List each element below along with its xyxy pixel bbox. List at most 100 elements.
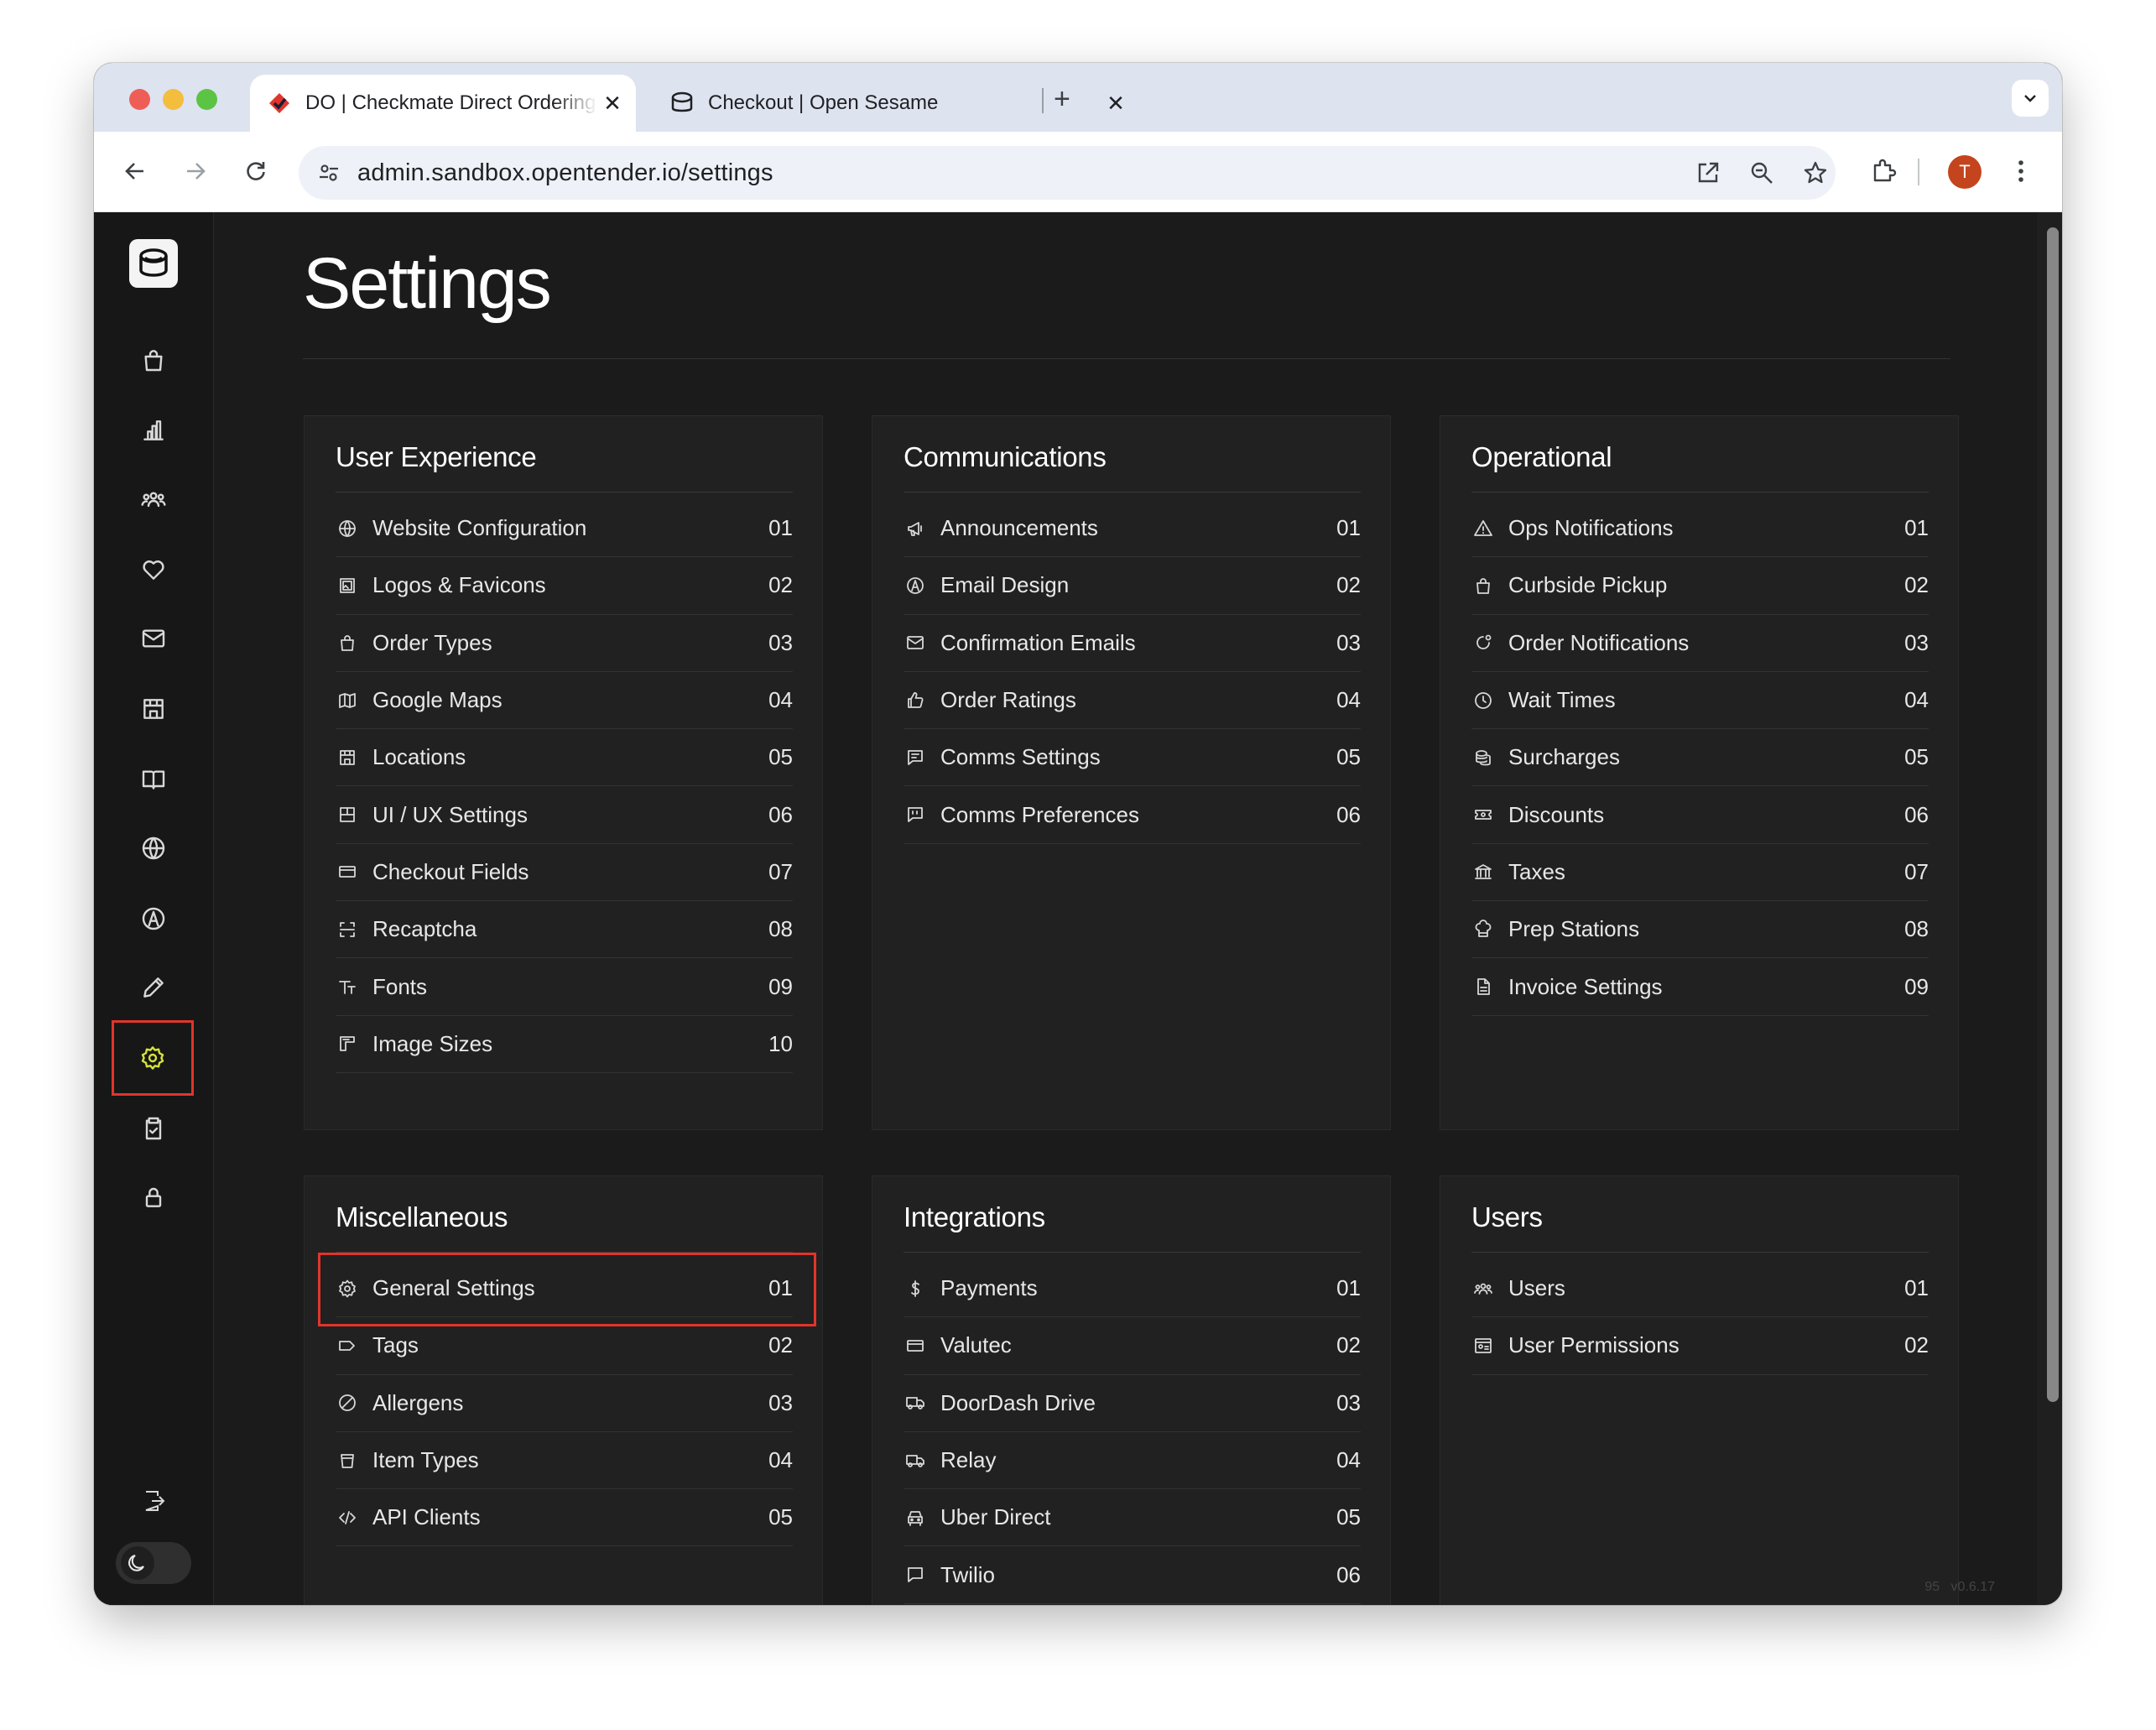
settings-item-number: 04 [768, 1447, 793, 1473]
sidebar-item-clipboard[interactable] [133, 1108, 174, 1149]
settings-item-ui-ux-settings[interactable]: UI / UX Settings 06 [336, 786, 793, 844]
settings-item-prep-stations[interactable]: Prep Stations 08 [1471, 901, 1929, 959]
forward-button[interactable] [176, 152, 215, 190]
browser-menu-button[interactable] [2002, 152, 2040, 190]
card-divider [1471, 1252, 1929, 1253]
minimize-window-button[interactable] [163, 89, 184, 110]
sidebar-item-lock[interactable] [133, 1177, 174, 1217]
settings-item-label: Order Types [372, 629, 492, 655]
sidebar-item-globe[interactable] [133, 828, 174, 868]
puzzle-icon [1873, 159, 1897, 182]
settings-item-relay[interactable]: Relay 04 [904, 1432, 1361, 1490]
settings-item-user-permissions[interactable]: User Permissions 02 [1471, 1317, 1929, 1375]
settings-item-comms-preferences[interactable]: Comms Preferences 06 [904, 786, 1361, 844]
settings-list: Ops Notifications 01 Curbside Pickup 02 … [1471, 500, 1929, 1016]
sidebar-item-book[interactable] [133, 759, 174, 800]
code-icon [336, 1506, 359, 1529]
reload-icon [247, 162, 265, 180]
app-logo[interactable] [129, 239, 178, 288]
settings-item-valutec[interactable]: Valutec 02 [904, 1317, 1361, 1375]
reload-button[interactable] [237, 152, 275, 190]
zoom-icon[interactable] [1743, 154, 1780, 191]
clipboard-icon [140, 1115, 167, 1142]
new-tab-button[interactable]: + [1054, 83, 1070, 116]
settings-item-fonts[interactable]: Fonts 09 [336, 958, 793, 1016]
browser-window: DO | Checkmate Direct Ordering ✕ Checkou… [94, 63, 2062, 1605]
toolbar-divider [1918, 159, 1919, 185]
settings-item-website-configuration[interactable]: Website Configuration 01 [336, 500, 793, 558]
tab-checkmate[interactable]: DO | Checkmate Direct Ordering ✕ [250, 75, 636, 132]
settings-item-doordash-drive[interactable]: DoorDash Drive 03 [904, 1375, 1361, 1432]
sidebar-item-gear[interactable] [112, 1020, 194, 1096]
settings-item-users[interactable]: Users 01 [1471, 1260, 1929, 1318]
settings-item-checkout-fields[interactable]: Checkout Fields 07 [336, 844, 793, 902]
close-window-button[interactable] [129, 89, 150, 110]
credit-card-icon [336, 860, 359, 883]
settings-item-google-maps[interactable]: Google Maps 04 [336, 672, 793, 730]
settings-item-image-sizes[interactable]: Image Sizes 10 [336, 1016, 793, 1073]
settings-item-order-types[interactable]: Order Types 03 [336, 615, 793, 672]
scrollbar-track[interactable] [2037, 212, 2062, 1605]
open-in-app-icon[interactable] [1690, 154, 1726, 191]
sidebar-item-users[interactable] [133, 479, 174, 519]
sidebar-item-design[interactable] [133, 899, 174, 939]
settings-item-curbside-pickup[interactable]: Curbside Pickup 02 [1471, 557, 1929, 615]
sidebar-item-bar-chart[interactable] [133, 410, 174, 451]
settings-item-number: 02 [768, 1332, 793, 1358]
settings-item-wait-times[interactable]: Wait Times 04 [1471, 672, 1929, 730]
settings-item-comms-settings[interactable]: Comms Settings 05 [904, 729, 1361, 787]
settings-item-invoice-settings[interactable]: Invoice Settings 09 [1471, 958, 1929, 1016]
settings-item-announcements[interactable]: Announcements 01 [904, 500, 1361, 558]
settings-item-discounts[interactable]: Discounts 06 [1471, 786, 1929, 844]
settings-item-twilio[interactable]: Twilio 06 [904, 1546, 1361, 1604]
settings-item-label: Uber Direct [940, 1504, 1051, 1530]
settings-item-surcharges[interactable]: Surcharges 05 [1471, 729, 1929, 787]
settings-item-label: Image Sizes [372, 1030, 493, 1056]
settings-list: Payments 01 Valutec 02 DoorDash Drive 03… [904, 1260, 1361, 1604]
settings-item-label: Announcements [940, 515, 1098, 541]
settings-item-email-design[interactable]: Email Design 02 [904, 557, 1361, 615]
settings-item-api-clients[interactable]: API Clients 05 [336, 1489, 793, 1547]
settings-item-tags[interactable]: Tags 02 [336, 1317, 793, 1375]
bookmark-star-icon[interactable] [1797, 154, 1834, 191]
settings-item-uber-direct[interactable]: Uber Direct 05 [904, 1489, 1361, 1547]
sidebar-item-pencil[interactable] [133, 967, 174, 1008]
tab-close-icon[interactable]: ✕ [597, 91, 628, 117]
settings-item-locations[interactable]: Locations 05 [336, 729, 793, 787]
sidebar-item-shopping-bag[interactable] [133, 340, 174, 380]
extensions-button[interactable] [1864, 152, 1903, 190]
back-button[interactable] [116, 152, 154, 190]
maximize-window-button[interactable] [196, 89, 217, 110]
settings-item-recaptcha[interactable]: Recaptcha 08 [336, 901, 793, 959]
logout-icon[interactable] [133, 1481, 174, 1521]
profile-avatar[interactable]: T [1948, 155, 1982, 189]
settings-item-taxes[interactable]: Taxes 07 [1471, 844, 1929, 902]
settings-item-confirmation-emails[interactable]: Confirmation Emails 03 [904, 615, 1361, 672]
settings-item-item-types[interactable]: Item Types 04 [336, 1432, 793, 1490]
settings-item-order-notifications[interactable]: Order Notifications 03 [1471, 615, 1929, 672]
chat-icon [904, 1563, 927, 1587]
settings-item-allergens[interactable]: Allergens 03 [336, 1375, 793, 1432]
settings-item-logos-favicons[interactable]: Logos & Favicons 02 [336, 557, 793, 615]
settings-item-label: Prep Stations [1508, 916, 1640, 942]
tab-close-icon[interactable]: ✕ [1101, 91, 1131, 117]
url-text[interactable]: admin.sandbox.opentender.io/settings [357, 159, 773, 187]
sidebar-item-mail[interactable] [133, 618, 174, 659]
settings-item-order-ratings[interactable]: Order Ratings 04 [904, 672, 1361, 730]
sidebar-item-heart[interactable] [133, 550, 174, 590]
id-card-icon [1471, 1334, 1495, 1357]
tab-search-button[interactable] [2012, 80, 2049, 117]
settings-item-general-settings[interactable]: General Settings 01 [318, 1252, 816, 1327]
settings-card-users: Users Users 01 User Permissions 02 [1440, 1175, 1959, 1605]
site-info-icon[interactable] [310, 154, 347, 191]
settings-item-ops-notifications[interactable]: Ops Notifications 01 [1471, 500, 1929, 558]
sidebar-item-store[interactable] [133, 689, 174, 729]
address-bar[interactable]: admin.sandbox.opentender.io/settings [299, 146, 1836, 200]
settings-item-number: 01 [1904, 1275, 1929, 1301]
scrollbar-thumb[interactable] [2047, 227, 2059, 1402]
alert-triangle-icon [1471, 517, 1495, 540]
theme-toggle[interactable] [116, 1542, 191, 1584]
map-icon [336, 689, 359, 712]
settings-item-payments[interactable]: Payments 01 [904, 1260, 1361, 1318]
settings-item-label: Email Design [940, 572, 1070, 598]
